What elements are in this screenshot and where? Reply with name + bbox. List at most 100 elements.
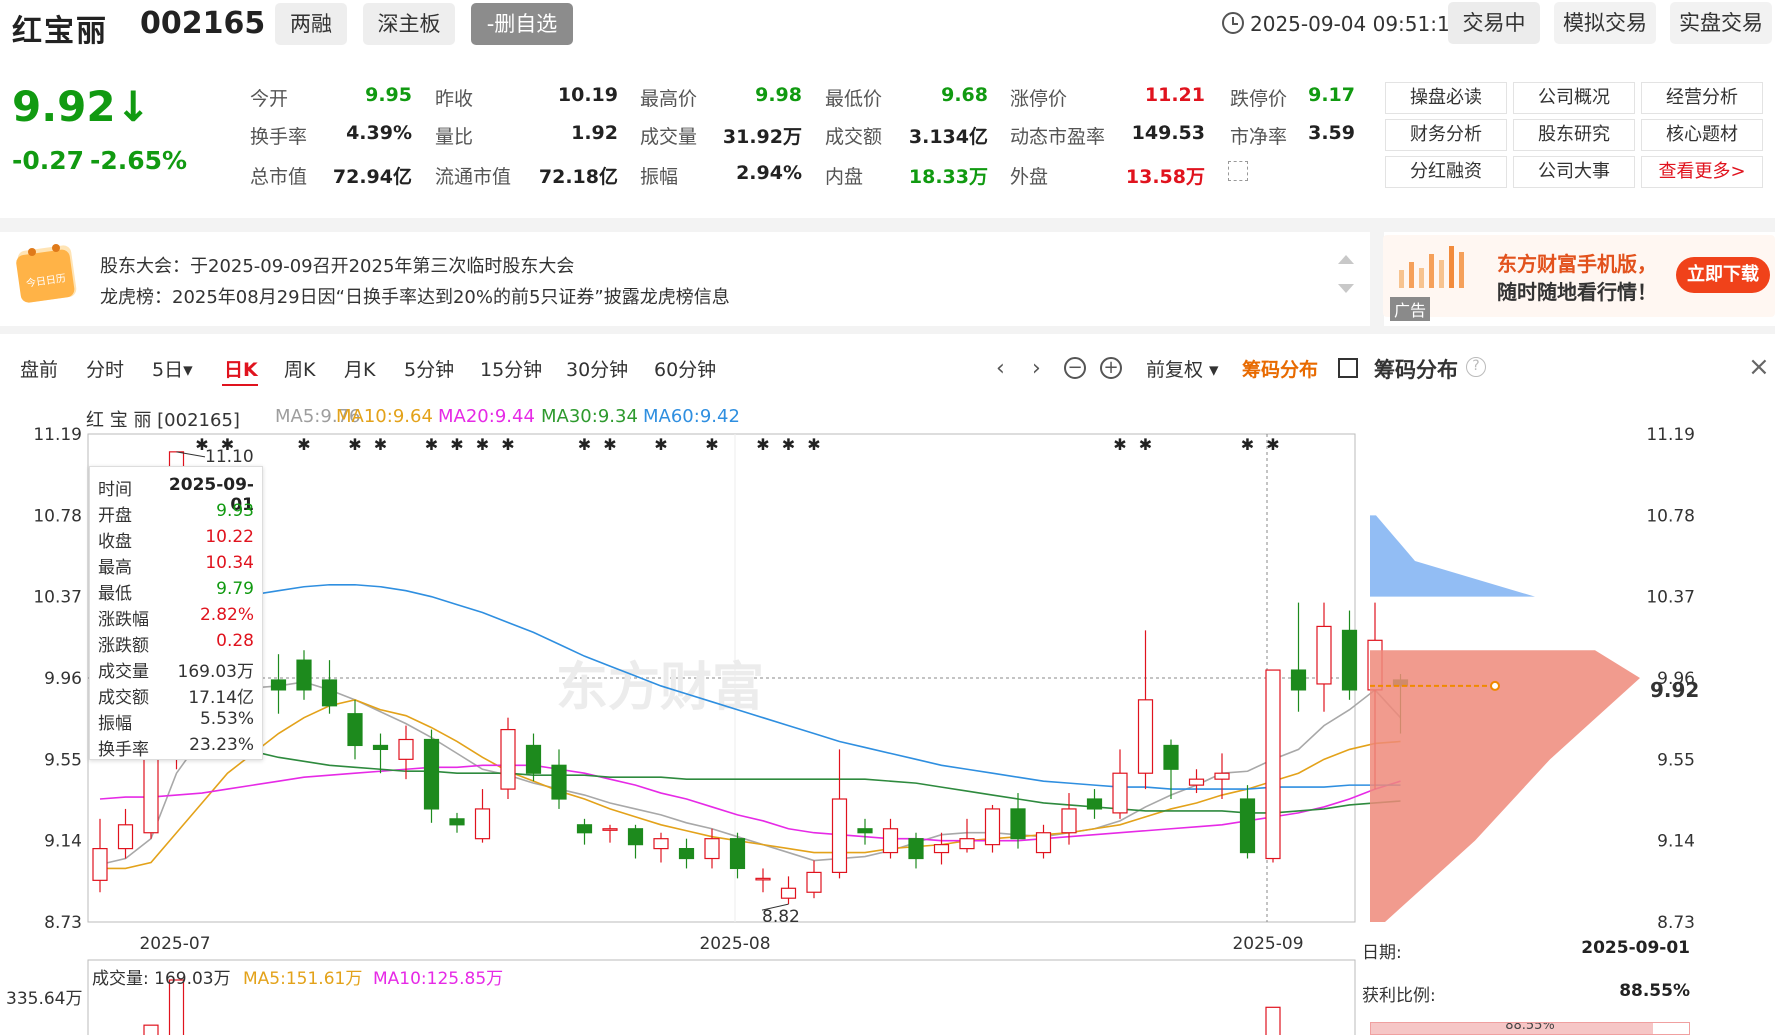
event-marker[interactable]: ✱ <box>425 435 438 454</box>
candle[interactable] <box>270 654 287 714</box>
quote-nav-button[interactable]: 分红融资 <box>1385 156 1507 188</box>
event-marker[interactable]: ✱ <box>1266 435 1279 454</box>
quote-nav-button[interactable]: 财务分析 <box>1385 119 1507 151</box>
candle[interactable] <box>806 860 822 899</box>
zoom-in-icon[interactable]: + <box>1100 357 1122 379</box>
candle[interactable] <box>525 733 542 782</box>
quote-nav-button[interactable]: 核心题材 <box>1641 119 1763 151</box>
candle[interactable] <box>1163 739 1179 800</box>
candle[interactable] <box>882 818 899 859</box>
kline-chart[interactable]: 2025-07 2025-08 2025-09 东方财富 ✱ ✱ ✱ ✱ ✱ ✱ ✱ ✱ ✱ ✱ ✱ ✱ ✱… <box>0 425 1775 1035</box>
candle[interactable] <box>92 818 108 893</box>
candle[interactable] <box>908 832 924 869</box>
candle[interactable] <box>780 876 797 905</box>
event-marker[interactable]: ✱ <box>1113 435 1126 454</box>
candle[interactable] <box>1214 753 1230 800</box>
period-tab[interactable]: 5分钟 <box>404 355 454 382</box>
candle[interactable] <box>1341 610 1358 700</box>
period-tab[interactable]: 分时 <box>86 355 124 382</box>
event-marker[interactable]: ✱ <box>1139 435 1152 454</box>
margin-trading-tag[interactable]: 两融 <box>275 3 347 45</box>
candle[interactable] <box>321 660 338 714</box>
candle[interactable] <box>933 832 950 865</box>
period-tab[interactable]: 月K <box>344 355 375 382</box>
candle[interactable] <box>1112 749 1128 819</box>
candle[interactable] <box>755 868 771 893</box>
close-icon[interactable]: × <box>1748 352 1770 382</box>
candle[interactable] <box>831 749 848 879</box>
candle[interactable] <box>653 832 669 863</box>
candle[interactable] <box>1035 824 1052 859</box>
zoom-out-icon[interactable]: − <box>1064 357 1086 379</box>
next-arrow-icon[interactable]: › <box>1032 356 1041 381</box>
quote-nav-button[interactable]: 查看更多> <box>1641 156 1763 188</box>
event-marker[interactable]: ✱ <box>450 435 463 454</box>
event-marker[interactable]: ✱ <box>476 435 489 454</box>
candle[interactable] <box>372 733 389 774</box>
candle[interactable] <box>1086 789 1103 819</box>
candle[interactable] <box>1265 669 1281 863</box>
candle[interactable] <box>117 808 134 859</box>
candle[interactable] <box>500 717 516 800</box>
event-marker[interactable]: ✱ <box>782 435 795 454</box>
candle[interactable] <box>602 824 618 843</box>
notice-up-icon[interactable] <box>1338 255 1354 264</box>
event-marker[interactable]: ✱ <box>348 435 361 454</box>
quote-nav-button[interactable]: 经营分析 <box>1641 82 1763 114</box>
candle[interactable] <box>576 818 593 845</box>
candle[interactable] <box>296 650 312 700</box>
event-marker[interactable]: ✱ <box>654 435 667 454</box>
event-marker[interactable]: ✱ <box>1241 435 1254 454</box>
remove-watchlist-button[interactable]: -删自选 <box>471 3 573 45</box>
event-marker[interactable]: ✱ <box>807 435 820 454</box>
quote-nav-button[interactable]: 操盘必读 <box>1385 82 1507 114</box>
period-tab[interactable]: 5日▾ <box>152 355 193 382</box>
event-marker[interactable]: ✱ <box>578 435 591 454</box>
expand-icon[interactable] <box>1228 161 1248 181</box>
period-tab[interactable]: 30分钟 <box>566 355 628 382</box>
period-tab[interactable]: 盘前 <box>20 355 58 382</box>
quote-nav-button[interactable]: 公司概况 <box>1513 82 1635 114</box>
period-tab[interactable]: 60分钟 <box>654 355 716 382</box>
period-tab[interactable]: 日K <box>224 355 258 382</box>
adjust-dropdown[interactable]: 前复权 ▾ <box>1146 355 1219 382</box>
candle[interactable] <box>627 824 644 859</box>
trading-status-button[interactable]: 交易中 <box>1448 2 1540 44</box>
candle[interactable] <box>1239 785 1256 859</box>
quote-nav-button[interactable]: 公司大事 <box>1513 156 1635 188</box>
prev-arrow-icon[interactable]: ‹ <box>996 356 1005 381</box>
candle[interactable] <box>959 818 975 853</box>
board-tag[interactable]: 深主板 <box>363 3 455 45</box>
candle[interactable] <box>551 749 567 809</box>
event-marker[interactable]: ✱ <box>501 435 514 454</box>
period-tab[interactable]: 15分钟 <box>480 355 542 382</box>
event-marker[interactable]: ✱ <box>297 435 310 454</box>
help-icon[interactable]: ? <box>1466 357 1486 377</box>
chip-distribution-link[interactable]: 筹码分布 <box>1242 355 1318 382</box>
notice-dragon-tiger[interactable]: 龙虎榜：2025年08月29日因“日换手率达到20%的前5只证券”披露龙虎榜信息 <box>100 283 730 309</box>
candle[interactable] <box>984 804 1001 853</box>
simulated-trading-button[interactable]: 模拟交易 <box>1554 2 1656 44</box>
event-marker[interactable]: ✱ <box>374 435 387 454</box>
candle[interactable] <box>678 838 695 869</box>
volume-bar[interactable] <box>143 1024 159 1035</box>
candle[interactable] <box>449 812 465 833</box>
quote-nav-button[interactable]: 股东研究 <box>1513 119 1635 151</box>
candle[interactable] <box>474 789 491 843</box>
notice-down-icon[interactable] <box>1338 284 1354 293</box>
candle[interactable] <box>1316 602 1332 712</box>
candle[interactable] <box>1290 602 1307 712</box>
candle[interactable] <box>347 699 363 760</box>
download-button[interactable]: 立即下载 <box>1676 257 1770 293</box>
notice-shareholder-meeting[interactable]: 股东大会：于2025-09-09召开2025年第三次临时股东大会 <box>100 252 574 278</box>
real-trading-button[interactable]: 实盘交易 <box>1670 2 1772 44</box>
candle[interactable] <box>1137 630 1154 790</box>
event-marker[interactable]: ✱ <box>705 435 718 454</box>
volume-bar[interactable] <box>1265 1006 1281 1035</box>
candle[interactable] <box>423 729 440 823</box>
candle[interactable] <box>857 818 873 845</box>
fullscreen-icon[interactable] <box>1338 358 1358 378</box>
event-marker[interactable]: ✱ <box>603 435 616 454</box>
period-tab[interactable]: 周K <box>284 355 315 382</box>
candle[interactable] <box>729 832 746 879</box>
